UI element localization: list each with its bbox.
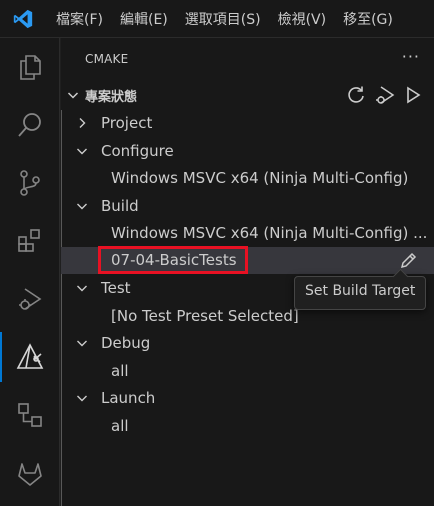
title-bar: 檔案(F) 編輯(E) 選取項目(S) 檢視(V) 移至(G) [0, 0, 434, 38]
tree-item-debug[interactable]: Debug [61, 330, 434, 357]
chevron-down-icon [77, 148, 87, 155]
remote-explorer-icon[interactable] [0, 386, 60, 444]
chevron-down-icon [77, 203, 87, 210]
build-preset-item[interactable]: Windows MSVC x64 (Ninja Multi-Config) ..… [61, 220, 434, 247]
chevron-down-icon [77, 340, 87, 347]
tree-item-label: Configure [101, 142, 174, 160]
project-status-header[interactable]: 專案狀態 [61, 83, 434, 107]
launch-target-label: all [111, 417, 129, 435]
configure-preset-label: Windows MSVC x64 (Ninja Multi-Config) [111, 169, 409, 187]
gitlab-icon[interactable] [0, 444, 60, 502]
debug-target-label: all [111, 362, 129, 380]
explorer-icon[interactable] [0, 38, 60, 96]
refresh-icon[interactable] [345, 84, 367, 106]
chevron-right-icon [79, 118, 86, 128]
build-target-item[interactable]: 07-04-BasicTests [61, 246, 434, 274]
tree-item-label: Build [101, 197, 139, 215]
extensions-icon[interactable] [0, 212, 60, 270]
source-control-icon[interactable] [0, 154, 60, 212]
configure-preset-item[interactable]: Windows MSVC x64 (Ninja Multi-Config) [61, 165, 434, 192]
tree-item-build[interactable]: Build [61, 193, 434, 220]
debug-target-item[interactable]: all [61, 358, 434, 385]
chevron-down-icon [77, 285, 87, 292]
tooltip: Set Build Target [294, 276, 427, 310]
view-title: CMAKE [85, 52, 129, 66]
activity-bar [0, 38, 60, 506]
menu-edit[interactable]: 編輯(E) [120, 9, 168, 29]
tree-item-launch[interactable]: Launch [61, 385, 434, 412]
cmake-icon[interactable] [0, 328, 60, 386]
menu-bar: 檔案(F) 編輯(E) 選取項目(S) 檢視(V) 移至(G) [56, 0, 410, 38]
tree-item-label: Project [101, 114, 153, 132]
run-debug-icon[interactable] [0, 270, 60, 328]
tree-item-label: Launch [101, 389, 156, 407]
tree-item-label: Debug [101, 334, 151, 352]
menu-view[interactable]: 檢視(V) [278, 9, 327, 29]
tree-item-configure[interactable]: Configure [61, 138, 434, 165]
menu-go[interactable]: 移至(G) [343, 9, 393, 29]
menu-file[interactable]: 檔案(F) [56, 9, 103, 29]
tree-item-label: Test [101, 279, 131, 297]
vscode-logo-icon[interactable] [12, 8, 34, 30]
test-preset-label: [No Test Preset Selected] [111, 307, 299, 325]
search-icon[interactable] [0, 96, 60, 154]
edit-pencil-icon[interactable] [398, 251, 418, 271]
debug-run-icon[interactable] [373, 84, 395, 106]
build-target-label: 07-04-BasicTests [98, 246, 248, 274]
build-preset-label: Windows MSVC x64 (Ninja Multi-Config) ..… [111, 224, 428, 242]
chevron-down-icon [77, 395, 87, 402]
cmake-side-bar: CMAKE ··· 專案狀態 Project Configure Windows… [61, 38, 434, 506]
run-icon[interactable] [401, 84, 423, 106]
chevron-down-icon [67, 92, 79, 99]
more-actions-icon[interactable]: ··· [402, 47, 420, 66]
menu-selection[interactable]: 選取項目(S) [185, 9, 261, 29]
section-title: 專案狀態 [85, 90, 138, 105]
launch-target-item[interactable]: all [61, 413, 434, 440]
tree-item-project[interactable]: Project [61, 110, 434, 137]
